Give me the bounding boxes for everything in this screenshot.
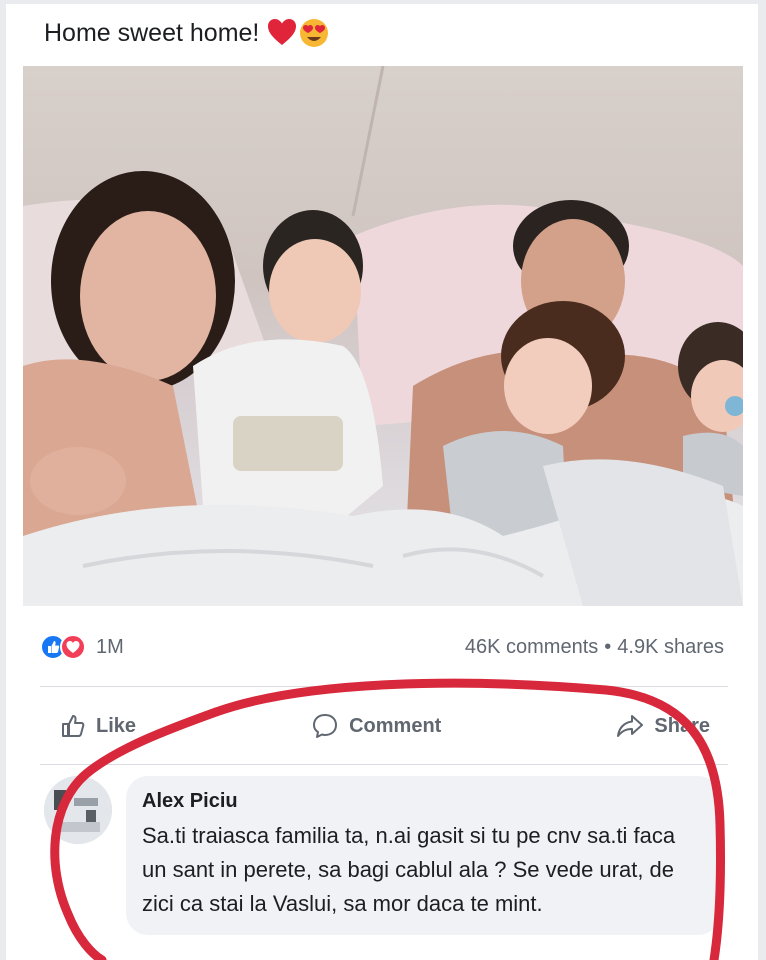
like-label: Like — [96, 714, 137, 737]
avatar[interactable] — [44, 776, 112, 844]
post-caption: Home sweet home! — [44, 18, 260, 47]
heart-emoji-icon — [268, 19, 297, 45]
comments-count[interactable]: 46K comments — [465, 636, 598, 659]
shares-count[interactable]: 4.9K shares — [617, 636, 724, 659]
reactions-count: 1M — [96, 635, 124, 658]
stats-separator: • — [604, 635, 612, 658]
comment-text: Sa.ti traiasca familia ta, n.ai gasit si… — [142, 823, 676, 916]
reactions-summary[interactable]: 1M — [40, 634, 124, 660]
comment-button[interactable]: Comment — [291, 712, 461, 740]
comment-author[interactable]: Alex Piciu — [142, 790, 702, 813]
comment-icon — [313, 714, 338, 738]
divider — [40, 686, 728, 687]
like-button[interactable]: Like — [40, 713, 156, 739]
comment-bubble: Alex Piciu Sa.ti traiasca familia ta, n.… — [126, 776, 720, 935]
thumbs-up-icon — [62, 715, 85, 737]
share-button[interactable]: Share — [596, 712, 730, 740]
post-card: Home sweet home! 1M 46K comments • 4.9K … — [6, 4, 758, 960]
post-text: Home sweet home! — [44, 18, 329, 48]
post-photo[interactable] — [23, 66, 743, 606]
action-bar: Like Comment Share — [40, 704, 730, 748]
divider — [40, 764, 728, 765]
comment-label: Comment — [349, 714, 442, 737]
post-stats: 1M 46K comments • 4.9K shares — [40, 632, 724, 662]
share-label: Share — [654, 714, 710, 737]
comment-item: Alex Piciu Sa.ti traiasca familia ta, n.… — [44, 776, 734, 935]
love-reaction-icon — [60, 634, 86, 660]
share-icon — [617, 715, 644, 737]
heart-eyes-emoji-icon — [300, 19, 329, 47]
